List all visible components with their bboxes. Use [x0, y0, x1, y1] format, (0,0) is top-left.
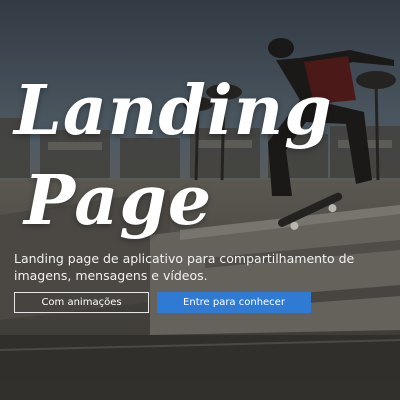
enter-to-discover-button[interactable]: Entre para conhecer — [157, 292, 311, 313]
with-animations-button[interactable]: Com animações — [14, 292, 149, 313]
hero-description: Landing page de aplicativo para comparti… — [14, 251, 355, 283]
title-line-1: Landing — [14, 71, 333, 151]
page-title: Landing Page — [14, 66, 333, 246]
title-line-2: Page — [24, 161, 213, 241]
